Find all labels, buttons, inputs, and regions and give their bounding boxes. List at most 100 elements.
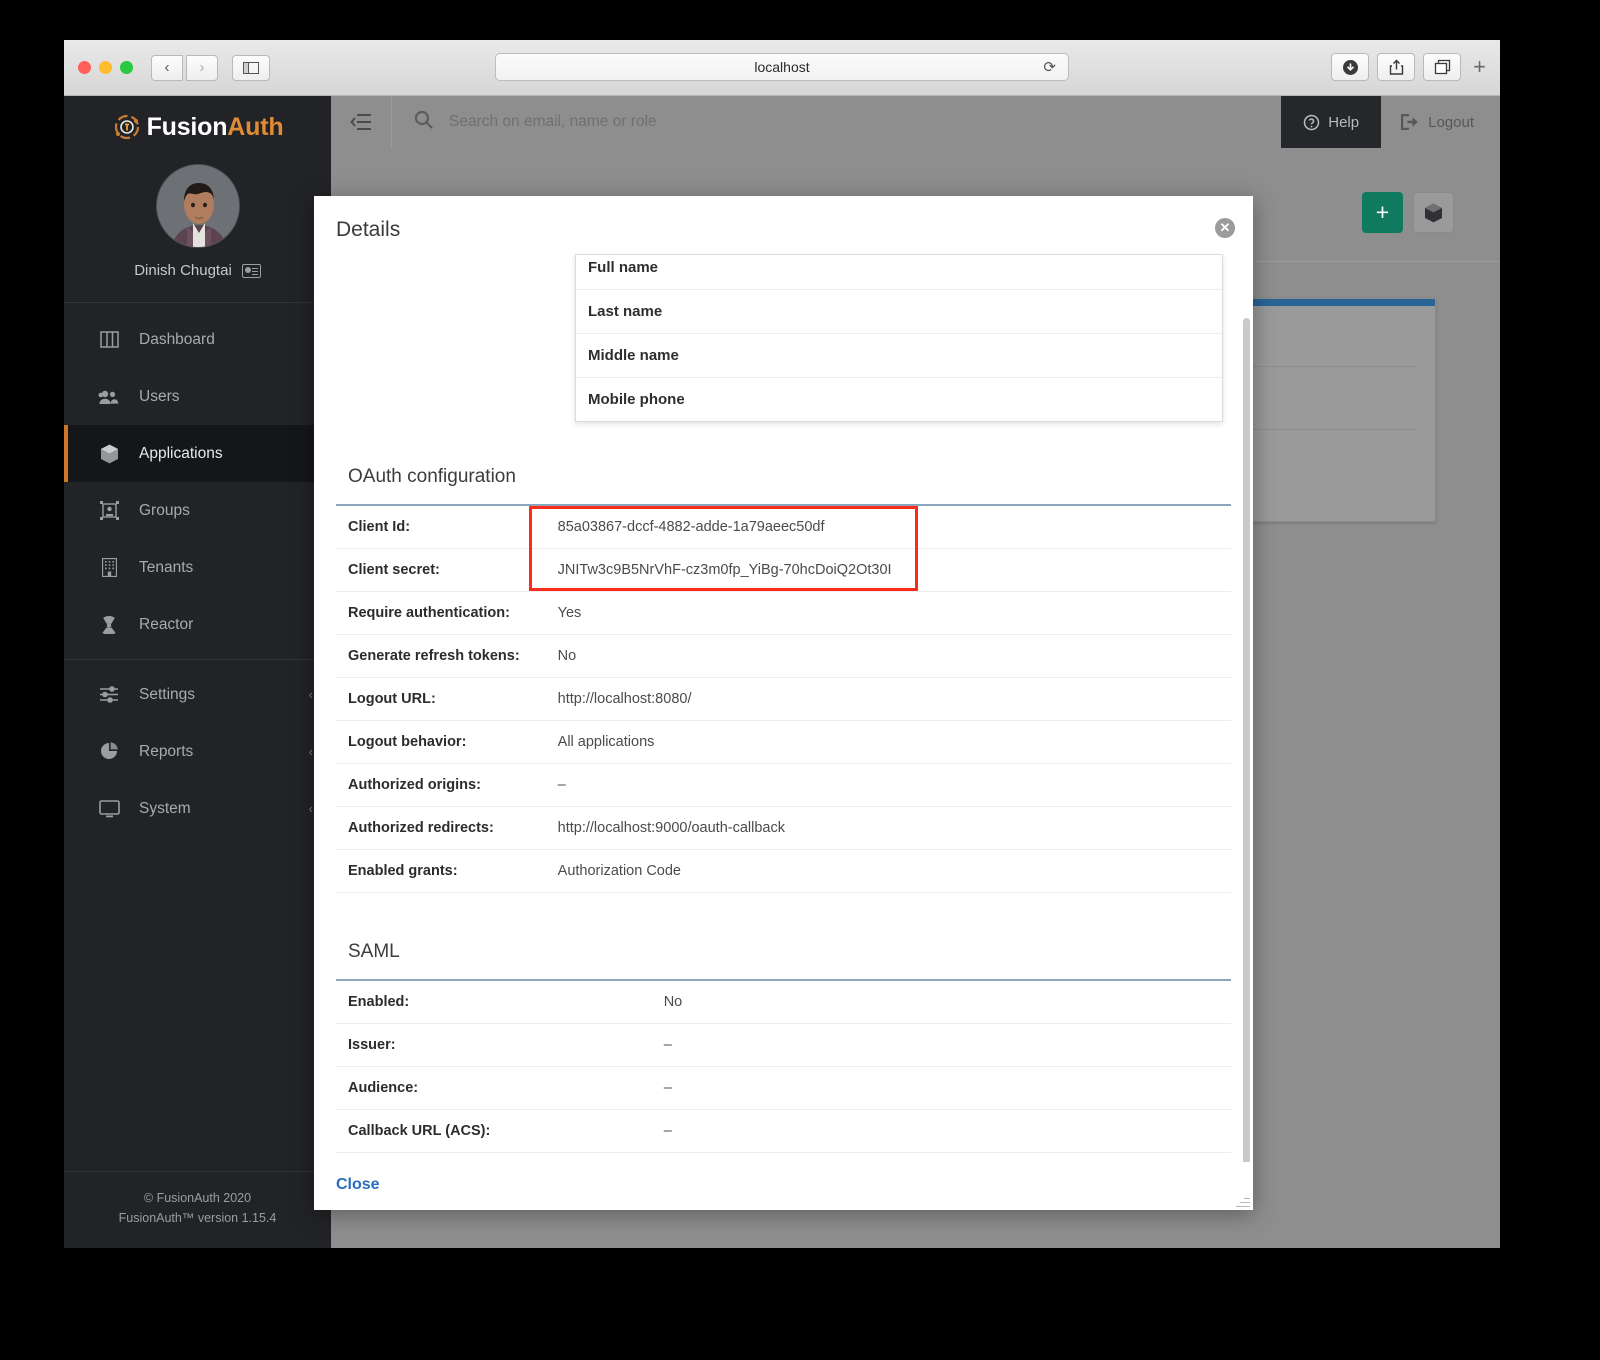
tab-overview-icon	[1434, 59, 1450, 75]
row-value: Yes	[557, 605, 582, 621]
user-profile: Dinish Chugtai	[64, 158, 331, 303]
building-icon	[98, 558, 120, 577]
sidebar: FusionAuth Dinish Chugtai Dashboard User…	[64, 96, 331, 1248]
row-key: Enabled grants:	[348, 863, 458, 879]
search-input[interactable]: Search on email, name or role	[449, 113, 657, 131]
row-key: Authorized redirects:	[348, 820, 494, 836]
avatar[interactable]	[155, 164, 240, 248]
help-button[interactable]: Help	[1281, 96, 1382, 148]
sidebar-item-label: Dashboard	[139, 330, 215, 348]
bulk-action-button[interactable]	[1413, 192, 1454, 233]
row-key: XML signature canonicalization method:	[336, 1153, 652, 1163]
browser-titlebar: ‹ › localhost ⟳ +	[64, 40, 1500, 96]
row-value: No	[557, 648, 577, 664]
footer-version: FusionAuth™ version 1.15.4	[118, 1211, 277, 1225]
browser-toolbar-right: +	[1331, 53, 1486, 81]
maximize-window-button[interactable]	[120, 61, 133, 74]
row-key: Logout URL:	[348, 691, 436, 707]
saml-section-title: SAML	[348, 941, 400, 962]
url-bar[interactable]: localhost ⟳	[495, 53, 1069, 81]
row-key: Client secret:	[348, 562, 440, 578]
list-item[interactable]: Last name	[576, 290, 1222, 334]
list-item[interactable]: Middle name	[576, 334, 1222, 378]
sliders-icon	[98, 686, 120, 703]
forward-button[interactable]: ›	[186, 54, 218, 81]
sidebar-item-reactor[interactable]: Reactor	[64, 596, 331, 653]
downloads-button[interactable]	[1331, 53, 1370, 81]
row-key: Issuer:	[348, 1037, 396, 1053]
share-button[interactable]	[1377, 53, 1416, 81]
row-key: Logout behavior:	[348, 734, 467, 750]
resize-grip[interactable]	[1236, 1193, 1250, 1207]
oauth-table-wrapper: Client Id: 85a03867-dccf-4882-adde-1a79ae…	[336, 506, 1231, 893]
sidebar-item-label: Settings	[139, 685, 196, 703]
section-rule	[336, 979, 1231, 981]
close-window-button[interactable]	[78, 61, 91, 74]
sidebar-item-label: System	[139, 799, 191, 817]
row-key: Callback URL (ACS):	[348, 1123, 491, 1139]
row-value: JNITw3c9B5NrVhF-cz3m0fp_YiBg-70hcDoiQ2Ot…	[557, 562, 892, 578]
sidebar-item-reports[interactable]: Reports ‹	[64, 723, 331, 780]
table-row: Client secret: JNITw3c9B5NrVhF-cz3m0fp_Yi…	[336, 549, 1231, 592]
sidebar-item-tenants[interactable]: Tenants	[64, 539, 331, 596]
close-circle-icon[interactable]: ✕	[1215, 218, 1235, 238]
window-controls	[78, 61, 133, 74]
logout-icon	[1401, 114, 1418, 130]
sidebar-item-groups[interactable]: Groups	[64, 482, 331, 539]
row-key: Generate refresh tokens:	[348, 648, 520, 664]
row-value: –	[663, 1080, 672, 1096]
sidebar-item-applications[interactable]: Applications	[64, 425, 331, 482]
reactor-icon	[98, 615, 120, 634]
groups-icon	[98, 501, 120, 520]
chevron-left-icon: ‹	[308, 801, 313, 816]
oauth-section-title: OAuth configuration	[348, 466, 516, 487]
logout-label: Logout	[1428, 113, 1474, 131]
list-item[interactable]: Full name	[576, 255, 1222, 290]
reload-icon[interactable]: ⟳	[1043, 58, 1056, 76]
row-value: –	[557, 777, 566, 793]
page-action-toolbar: +	[1362, 192, 1454, 233]
modal-scrollbar[interactable]	[1243, 318, 1250, 1162]
table-row: Enabled grants: Authorization Code	[336, 850, 1231, 893]
app-container: FusionAuth Dinish Chugtai Dashboard User…	[64, 96, 1500, 1248]
help-label: Help	[1328, 113, 1360, 131]
chevron-left-icon: ‹	[308, 687, 313, 702]
logout-button[interactable]: Logout	[1381, 96, 1500, 148]
sidebar-item-settings[interactable]: Settings ‹	[64, 666, 331, 723]
row-value: No	[663, 994, 683, 1010]
sidebar-item-users[interactable]: Users	[64, 368, 331, 425]
collapse-menu-icon	[350, 114, 371, 130]
field-dropdown-panel: Full name Last name Middle name Mobile p…	[575, 254, 1223, 422]
list-item[interactable]: Mobile phone	[576, 378, 1222, 421]
app-logo[interactable]: FusionAuth	[64, 96, 331, 158]
logo-auth-text: Auth	[227, 112, 284, 141]
close-button[interactable]: Close	[336, 1176, 380, 1193]
sidebar-footer: © FusionAuth 2020 FusionAuth™ version 1.…	[64, 1171, 331, 1248]
new-tab-button[interactable]: +	[1473, 54, 1486, 80]
table-row: Audience: –	[336, 1067, 1231, 1110]
sidebar-item-label: Reactor	[139, 615, 194, 633]
id-card-icon[interactable]	[241, 263, 261, 278]
table-row: Logout URL: http://localhost:8080/	[336, 678, 1231, 721]
sidebar-toggle-button[interactable]	[232, 54, 270, 81]
footer-copyright: © FusionAuth 2020	[143, 1191, 252, 1205]
sidebar-item-label: Users	[139, 387, 180, 405]
row-key: Audience:	[348, 1080, 419, 1096]
scrollbar-thumb[interactable]	[1243, 318, 1250, 1162]
minimize-window-button[interactable]	[99, 61, 112, 74]
details-modal: Details ✕ Full name Last name Middle nam…	[314, 196, 1253, 1210]
add-application-button[interactable]: +	[1362, 192, 1403, 233]
table-row: Logout behavior: All applications	[336, 721, 1231, 764]
sidebar-item-dashboard[interactable]: Dashboard	[64, 311, 331, 368]
tab-overview-button[interactable]	[1423, 53, 1462, 81]
sidebar-item-system[interactable]: System ‹	[64, 780, 331, 837]
collapse-menu-button[interactable]	[331, 113, 391, 131]
cube-icon	[98, 444, 120, 464]
modal-header: Details ✕	[314, 196, 1253, 254]
search-bar[interactable]: Search on email, name or role	[392, 110, 1281, 134]
sidebar-item-label: Tenants	[139, 558, 194, 576]
back-button[interactable]: ‹	[151, 54, 183, 81]
row-value: Authorization Code	[557, 863, 681, 879]
top-bar: Search on email, name or role Help Logou…	[331, 96, 1500, 148]
